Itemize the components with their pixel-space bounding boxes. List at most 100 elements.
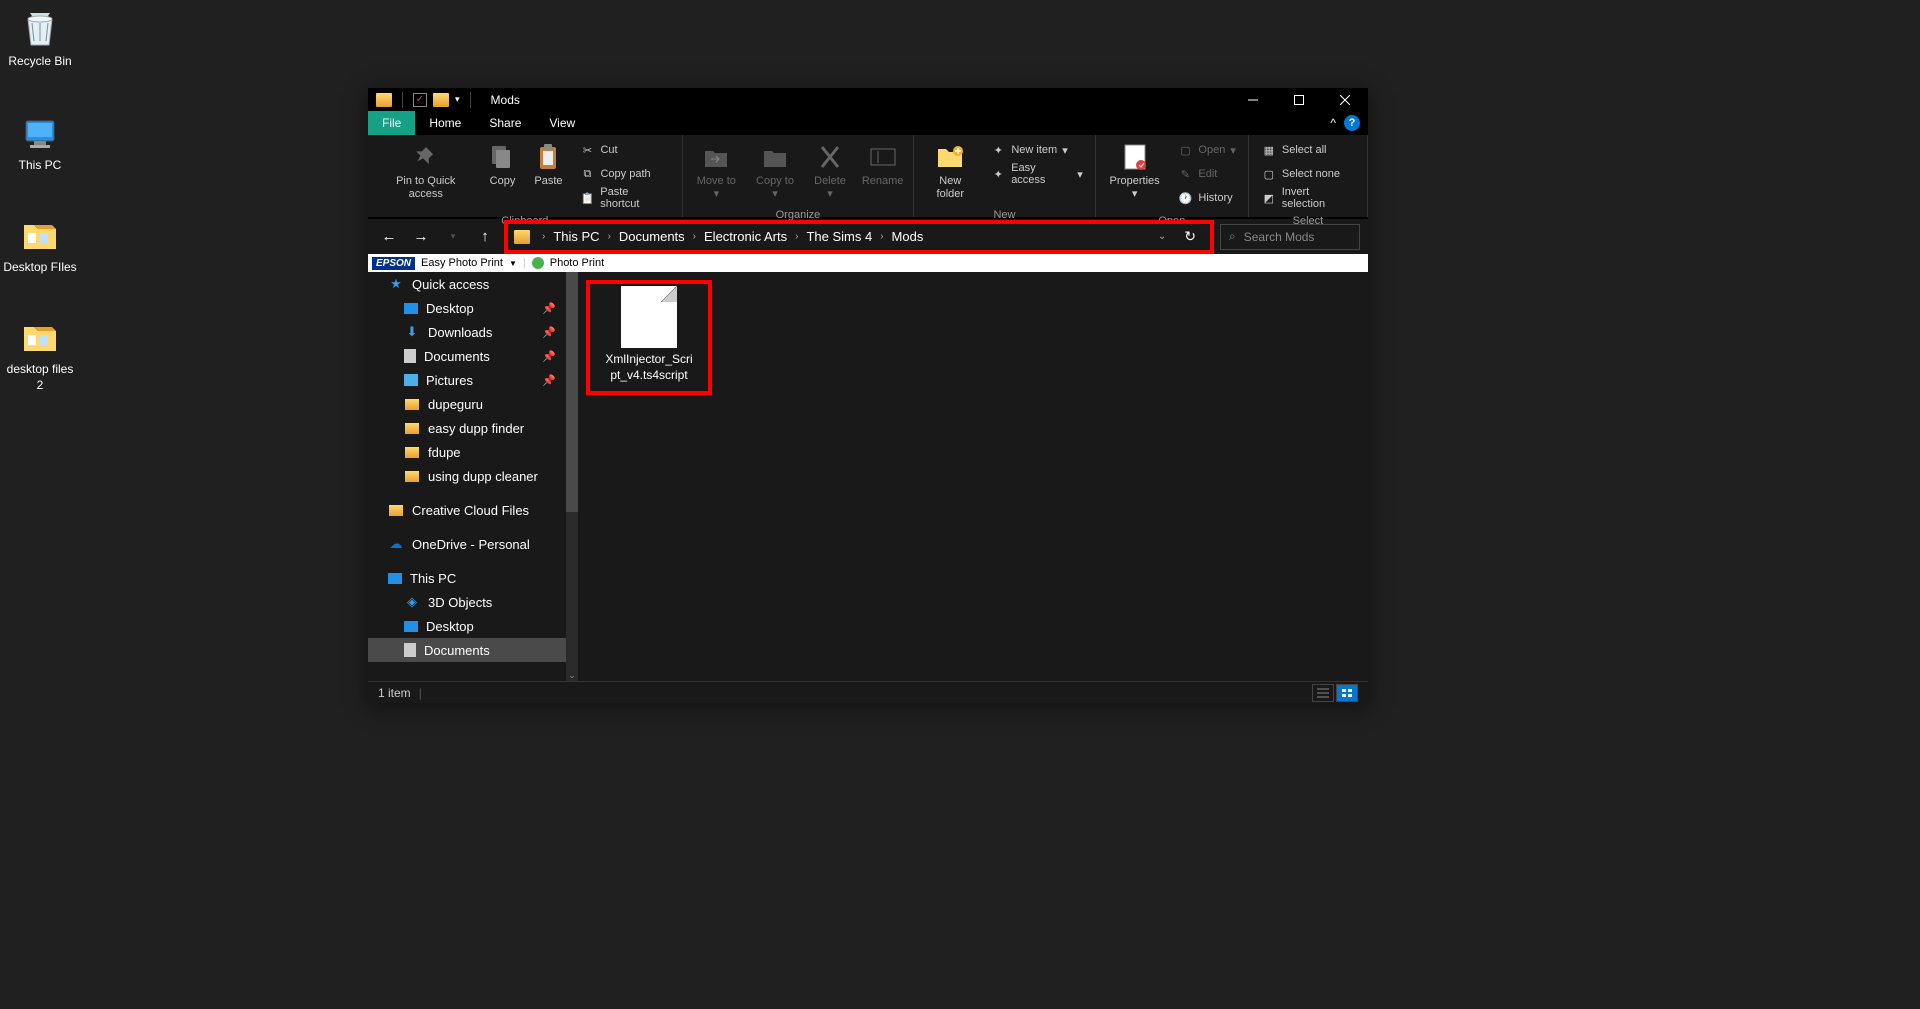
desktop-icon-this-pc[interactable]: This PC <box>2 112 78 174</box>
up-button[interactable]: ↑ <box>472 224 498 250</box>
maximize-button[interactable] <box>1276 88 1322 111</box>
sidebar-item-documents2[interactable]: Documents <box>368 638 578 662</box>
desktop-icon-recycle-bin[interactable]: Recycle Bin <box>2 8 78 70</box>
copy-to-button[interactable]: Copy to ▾ <box>746 137 804 205</box>
navigation-pane[interactable]: ★ Quick access Desktop📌 ⬇ Downloads📌 Doc… <box>368 272 578 682</box>
folder-icon <box>514 230 530 244</box>
sidebar-item-downloads[interactable]: ⬇ Downloads📌 <box>368 320 578 344</box>
collapse-ribbon-icon[interactable]: ^ <box>1330 116 1336 130</box>
move-to-button[interactable]: Move to ▾ <box>687 137 746 205</box>
back-button[interactable]: ← <box>376 224 402 250</box>
chevron-right-icon[interactable]: › <box>536 231 551 242</box>
epson-logo: EPSON <box>372 257 415 270</box>
qat-dropdown-icon[interactable]: ▾ <box>455 94 460 105</box>
copy-to-icon <box>759 141 791 173</box>
sidebar-item-documents[interactable]: Documents📌 <box>368 344 578 368</box>
new-item-button[interactable]: ✦New item ▾ <box>986 139 1086 161</box>
invert-selection-button[interactable]: ◩Invert selection <box>1257 187 1359 209</box>
rename-button[interactable]: Rename <box>856 137 909 192</box>
desktop-icon-desktop-files[interactable]: Desktop FIles <box>2 214 78 276</box>
easy-access-button[interactable]: ✦Easy access ▾ <box>986 163 1086 185</box>
desktop-icon <box>404 621 418 632</box>
titlebar[interactable]: ✓ ▾ Mods <box>368 88 1368 111</box>
ribbon: Pin to Quick access Copy Paste ✂Cut ⧉Cop… <box>368 135 1368 218</box>
desktop-icon-label: Recycle Bin <box>2 54 78 70</box>
scroll-down-icon[interactable]: ⌄ <box>566 668 578 682</box>
search-placeholder: Search Mods <box>1244 230 1315 244</box>
check-icon[interactable]: ✓ <box>413 93 427 107</box>
chevron-right-icon[interactable]: › <box>789 231 804 242</box>
details-view-button[interactable] <box>1312 684 1334 702</box>
copy-icon <box>486 141 518 173</box>
search-input[interactable]: ⌕ Search Mods <box>1220 224 1360 250</box>
breadcrumb[interactable]: › This PC › Documents › Electronic Arts … <box>536 227 1148 246</box>
tab-share[interactable]: Share <box>475 111 535 135</box>
folder-icon[interactable] <box>433 93 449 107</box>
ribbon-label: Copy <box>490 175 516 188</box>
epson-toolbar: EPSON Easy Photo Print ▼ | Photo Print <box>368 254 1368 272</box>
sidebar-item-easy-dupp[interactable]: easy dupp finder <box>368 416 578 440</box>
window-title: Mods <box>483 93 520 107</box>
crumb-this-pc[interactable]: This PC <box>551 227 601 246</box>
sidebar-item-desktop[interactable]: Desktop📌 <box>368 296 578 320</box>
copy-button[interactable]: Copy <box>479 137 525 192</box>
refresh-button[interactable]: ↻ <box>1176 228 1204 245</box>
address-dropdown-icon[interactable]: ⌄ <box>1148 231 1176 242</box>
forward-button[interactable]: → <box>408 224 434 250</box>
file-item[interactable]: XmlInjector_Script_v4.ts4script <box>604 286 694 383</box>
desktop-icon-label: Desktop FIles <box>2 260 78 276</box>
paste-button[interactable]: Paste <box>525 137 571 192</box>
delete-icon <box>814 141 846 173</box>
delete-button[interactable]: Delete ▾ <box>804 137 856 205</box>
chevron-right-icon[interactable]: › <box>874 231 889 242</box>
sidebar-item-desktop2[interactable]: Desktop <box>368 614 578 638</box>
sidebar-item-dupeguru[interactable]: dupeguru <box>368 392 578 416</box>
select-all-button[interactable]: ▦Select all <box>1257 139 1359 161</box>
explorer-window: ✓ ▾ Mods File Home Share View ^ ? Pin to <box>368 88 1368 703</box>
pin-quick-access-button[interactable]: Pin to Quick access <box>372 137 479 205</box>
minimize-button[interactable] <box>1230 88 1276 111</box>
chevron-right-icon[interactable]: › <box>602 231 617 242</box>
epson-photo-print-button[interactable]: Photo Print <box>550 257 604 269</box>
chevron-right-icon[interactable]: › <box>687 231 702 242</box>
epson-easy-print-button[interactable]: Easy Photo Print <box>421 257 503 269</box>
close-button[interactable] <box>1322 88 1368 111</box>
sidebar-item-pictures[interactable]: Pictures📌 <box>368 368 578 392</box>
sidebar-item-this-pc[interactable]: This PC <box>368 566 578 590</box>
open-button[interactable]: ▢Open ▾ <box>1173 139 1239 161</box>
scrollbar[interactable]: ⌄ <box>566 272 578 682</box>
help-icon[interactable]: ? <box>1344 115 1360 131</box>
crumb-documents[interactable]: Documents <box>617 227 687 246</box>
tab-view[interactable]: View <box>535 111 589 135</box>
folder-icon <box>19 214 61 256</box>
scrollbar-thumb[interactable] <box>566 272 578 512</box>
sidebar-item-using-dupp[interactable]: using dupp cleaner <box>368 464 578 488</box>
desktop-icon <box>404 303 418 314</box>
sidebar-item-fdupe[interactable]: fdupe <box>368 440 578 464</box>
cut-button[interactable]: ✂Cut <box>575 139 673 161</box>
crumb-electronic-arts[interactable]: Electronic Arts <box>702 227 789 246</box>
tab-file[interactable]: File <box>368 111 415 135</box>
tab-home[interactable]: Home <box>415 111 475 135</box>
creative-cloud-icon <box>388 502 404 518</box>
file-view[interactable]: XmlInjector_Script_v4.ts4script <box>578 272 1368 682</box>
copy-path-button[interactable]: ⧉Copy path <box>575 163 673 185</box>
history-button[interactable]: 🕐History <box>1173 187 1239 209</box>
sidebar-item-creative-cloud[interactable]: Creative Cloud Files <box>368 498 578 522</box>
sidebar-item-3d-objects[interactable]: ◈ 3D Objects <box>368 590 578 614</box>
crumb-mods[interactable]: Mods <box>890 227 926 246</box>
icons-view-button[interactable] <box>1336 684 1358 702</box>
recent-dropdown-icon[interactable]: ▾ <box>440 224 466 250</box>
paste-shortcut-icon: 📋 <box>579 190 595 206</box>
new-folder-button[interactable]: New folder <box>918 137 982 205</box>
crumb-sims4[interactable]: The Sims 4 <box>804 227 874 246</box>
ribbon-label: Pin to Quick access <box>378 175 473 201</box>
sidebar-item-onedrive[interactable]: ☁ OneDrive - Personal <box>368 532 578 556</box>
properties-button[interactable]: Properties ▾ <box>1100 137 1170 205</box>
sidebar-item-quick-access[interactable]: ★ Quick access <box>368 272 578 296</box>
desktop-icon-desktop-files-2[interactable]: desktop files 2 <box>2 316 78 393</box>
dropdown-icon[interactable]: ▼ <box>509 259 517 268</box>
paste-shortcut-button[interactable]: 📋Paste shortcut <box>575 187 673 209</box>
edit-button[interactable]: ✎Edit <box>1173 163 1239 185</box>
select-none-button[interactable]: ▢Select none <box>1257 163 1359 185</box>
